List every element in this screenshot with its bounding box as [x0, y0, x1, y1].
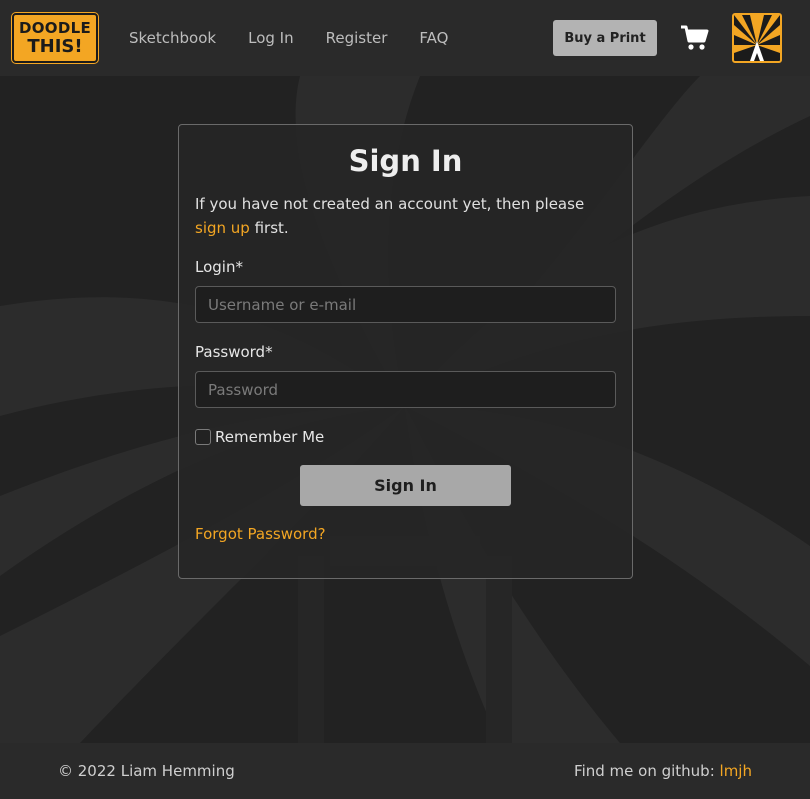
- forgot-password-link[interactable]: Forgot Password?: [195, 525, 326, 543]
- nav-link-login[interactable]: Log In: [248, 29, 294, 47]
- footer: © 2022 Liam Hemming Find me on github: l…: [0, 743, 810, 799]
- intro-text-before: If you have not created an account yet, …: [195, 195, 585, 213]
- signin-card: Sign In If you have not created an accou…: [178, 124, 633, 579]
- logo-line1: DOODLE: [18, 18, 91, 37]
- copyright-text: © 2022 Liam Hemming: [58, 762, 235, 780]
- login-label: Login*: [195, 258, 243, 276]
- github-credit: Find me on github: lmjh: [574, 762, 752, 780]
- remember-me[interactable]: Remember Me: [195, 428, 324, 446]
- shopping-cart-icon[interactable]: [680, 24, 710, 52]
- github-link[interactable]: lmjh: [720, 762, 752, 780]
- password-input[interactable]: [195, 371, 616, 408]
- nav-link-faq[interactable]: FAQ: [419, 29, 448, 47]
- navbar: DOODLE THIS! Sketchbook Log In Register …: [0, 0, 810, 76]
- nav-link-register[interactable]: Register: [326, 29, 388, 47]
- signup-link[interactable]: sign up: [195, 219, 250, 237]
- nav-links: Sketchbook Log In Register FAQ: [129, 0, 480, 76]
- password-label: Password*: [195, 343, 273, 361]
- signin-intro: If you have not created an account yet, …: [195, 192, 615, 240]
- remember-me-label: Remember Me: [215, 428, 325, 446]
- intro-text-after: first.: [249, 219, 289, 237]
- pencil-sunburst-icon[interactable]: [732, 13, 782, 63]
- github-prefix: Find me on github:: [574, 762, 720, 780]
- login-input[interactable]: [195, 286, 616, 323]
- nav-link-sketchbook[interactable]: Sketchbook: [129, 29, 216, 47]
- buy-print-button[interactable]: Buy a Print: [553, 20, 657, 56]
- signin-button[interactable]: Sign In: [300, 465, 511, 506]
- site-logo[interactable]: DOODLE THIS!: [12, 13, 98, 63]
- logo-line2: THIS!: [27, 35, 83, 57]
- signin-title: Sign In: [348, 144, 463, 178]
- remember-me-checkbox[interactable]: [195, 429, 211, 445]
